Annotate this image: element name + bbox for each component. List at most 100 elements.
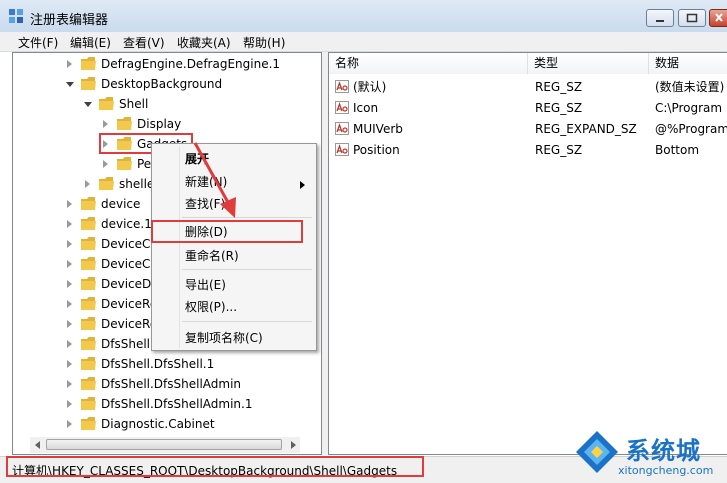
value-row[interactable]: MUIVerb REG_EXPAND_SZ @%Program — [329, 119, 727, 139]
expand-right-icon[interactable] — [103, 120, 108, 128]
context-menu-item[interactable]: 重命名(R) — [185, 246, 239, 266]
folder-icon — [81, 277, 96, 290]
watermark: 系统城 xitongcheng.com — [574, 425, 726, 482]
menu-favorites[interactable]: 收藏夹(A) — [177, 34, 231, 51]
value-row[interactable]: Icon REG_SZ C:\Program — [329, 98, 727, 118]
expand-right-icon[interactable] — [67, 360, 72, 368]
folder-icon — [81, 237, 96, 250]
column-header-type[interactable]: 类型 — [528, 53, 649, 74]
close-button[interactable] — [709, 9, 727, 27]
value-name: (默认) — [353, 80, 387, 94]
expand-right-icon[interactable] — [67, 420, 72, 428]
menu-gutter — [179, 146, 180, 348]
folder-icon — [81, 337, 96, 350]
expand-right-icon[interactable] — [103, 160, 108, 168]
scrollbar-thumb[interactable] — [46, 439, 282, 450]
folder-icon — [81, 397, 96, 410]
tree-item-label: Display — [137, 117, 182, 131]
minimize-icon — [656, 20, 664, 22]
folder-icon — [81, 217, 96, 230]
folder-open-icon — [99, 97, 114, 110]
watermark-url: xitongcheng.com — [618, 464, 714, 477]
expand-right-icon[interactable] — [67, 320, 72, 328]
folder-icon — [81, 417, 96, 430]
window-title: 注册表编辑器 — [30, 13, 109, 28]
menu-view[interactable]: 查看(V) — [123, 34, 165, 51]
tree-item-label: Diagnostic.Cabinet — [101, 417, 215, 431]
context-menu-item[interactable]: 权限(P)... — [185, 297, 237, 317]
folder-open-icon — [81, 77, 96, 90]
string-value-icon — [335, 143, 349, 156]
expand-right-icon[interactable] — [67, 240, 72, 248]
folder-icon — [117, 157, 132, 170]
submenu-arrow-icon — [300, 181, 305, 189]
expand-right-icon[interactable] — [67, 60, 72, 68]
column-header-data[interactable]: 数据 — [649, 53, 727, 74]
menu-separator — [182, 321, 312, 322]
menu-file[interactable]: 文件(F) — [18, 34, 58, 51]
folder-icon — [81, 297, 96, 310]
value-data: C:\Program — [655, 101, 723, 115]
expand-down-icon[interactable] — [84, 102, 92, 107]
tree-item-label: DfsShell.DfsShellAdmin.1 — [101, 397, 253, 411]
expand-right-icon[interactable] — [67, 220, 72, 228]
value-data: Bottom — [655, 143, 700, 157]
minimize-button[interactable] — [646, 9, 674, 27]
annotation-box-status-path — [6, 456, 424, 477]
value-name: Icon — [353, 101, 379, 115]
tree-item-label: Shell — [119, 97, 149, 111]
expand-down-icon[interactable] — [66, 82, 74, 87]
folder-icon — [81, 257, 96, 270]
value-row[interactable]: Position REG_SZ Bottom — [329, 140, 727, 160]
maximize-button[interactable] — [678, 9, 706, 27]
folder-icon — [81, 357, 96, 370]
expand-right-icon[interactable] — [67, 300, 72, 308]
expand-right-icon[interactable] — [67, 260, 72, 268]
menu-separator — [182, 269, 312, 270]
string-value-icon — [335, 101, 349, 114]
folder-icon — [81, 197, 96, 210]
annotation-arrow-icon — [193, 142, 236, 218]
value-name: MUIVerb — [353, 122, 403, 136]
tree-item-label: DefragEngine.DefragEngine.1 — [101, 57, 281, 71]
maximize-icon — [686, 13, 698, 23]
expand-right-icon[interactable] — [67, 380, 72, 388]
expand-right-icon[interactable] — [67, 400, 72, 408]
context-menu-item[interactable]: 复制项名称(C) — [185, 328, 263, 348]
value-type: REG_SZ — [535, 101, 583, 115]
folder-icon — [81, 57, 96, 70]
tree-item-label: DfsShell.DfsShell.1 — [101, 357, 215, 371]
expand-right-icon[interactable] — [67, 280, 72, 288]
scroll-right-icon[interactable] — [289, 441, 297, 449]
scroll-left-icon[interactable] — [34, 441, 42, 449]
watermark-logo-icon — [576, 431, 618, 473]
context-menu-item[interactable]: 导出(E) — [185, 275, 226, 295]
folder-icon — [81, 377, 96, 390]
tree-horizontal-scrollbar[interactable] — [30, 437, 300, 453]
title-bar: 注册表编辑器 — [0, 0, 727, 32]
value-data: @%Program — [655, 122, 727, 136]
folder-icon — [99, 177, 114, 190]
close-icon — [715, 13, 723, 22]
expand-right-icon[interactable] — [85, 180, 90, 188]
values-list[interactable]: 名称 类型 数据 (默认) REG_SZ (数值未设置) Icon REG_SZ C:\P… — [328, 52, 727, 455]
menu-help[interactable]: 帮助(H) — [243, 34, 285, 51]
folder-icon — [117, 117, 132, 130]
string-value-icon — [335, 122, 349, 135]
tree-item-label: device — [101, 197, 141, 211]
registry-editor-icon — [9, 9, 23, 23]
menu-edit[interactable]: 编辑(E) — [70, 34, 111, 51]
tree-item-label: device.1 — [101, 217, 152, 231]
string-value-icon — [335, 80, 349, 93]
watermark-text: 系统城 — [626, 437, 701, 465]
folder-icon — [81, 317, 96, 330]
column-header-name[interactable]: 名称 — [329, 53, 528, 74]
tree-item-label: DfsShell.DfsShellAdmin — [101, 377, 242, 391]
expand-right-icon[interactable] — [67, 340, 72, 348]
value-name: Position — [353, 143, 400, 157]
value-type: REG_SZ — [535, 80, 583, 94]
expand-right-icon[interactable] — [67, 200, 72, 208]
value-row[interactable]: (默认) REG_SZ (数值未设置) — [329, 77, 727, 97]
value-type: REG_SZ — [535, 143, 583, 157]
value-data: (数值未设置) — [655, 80, 725, 94]
